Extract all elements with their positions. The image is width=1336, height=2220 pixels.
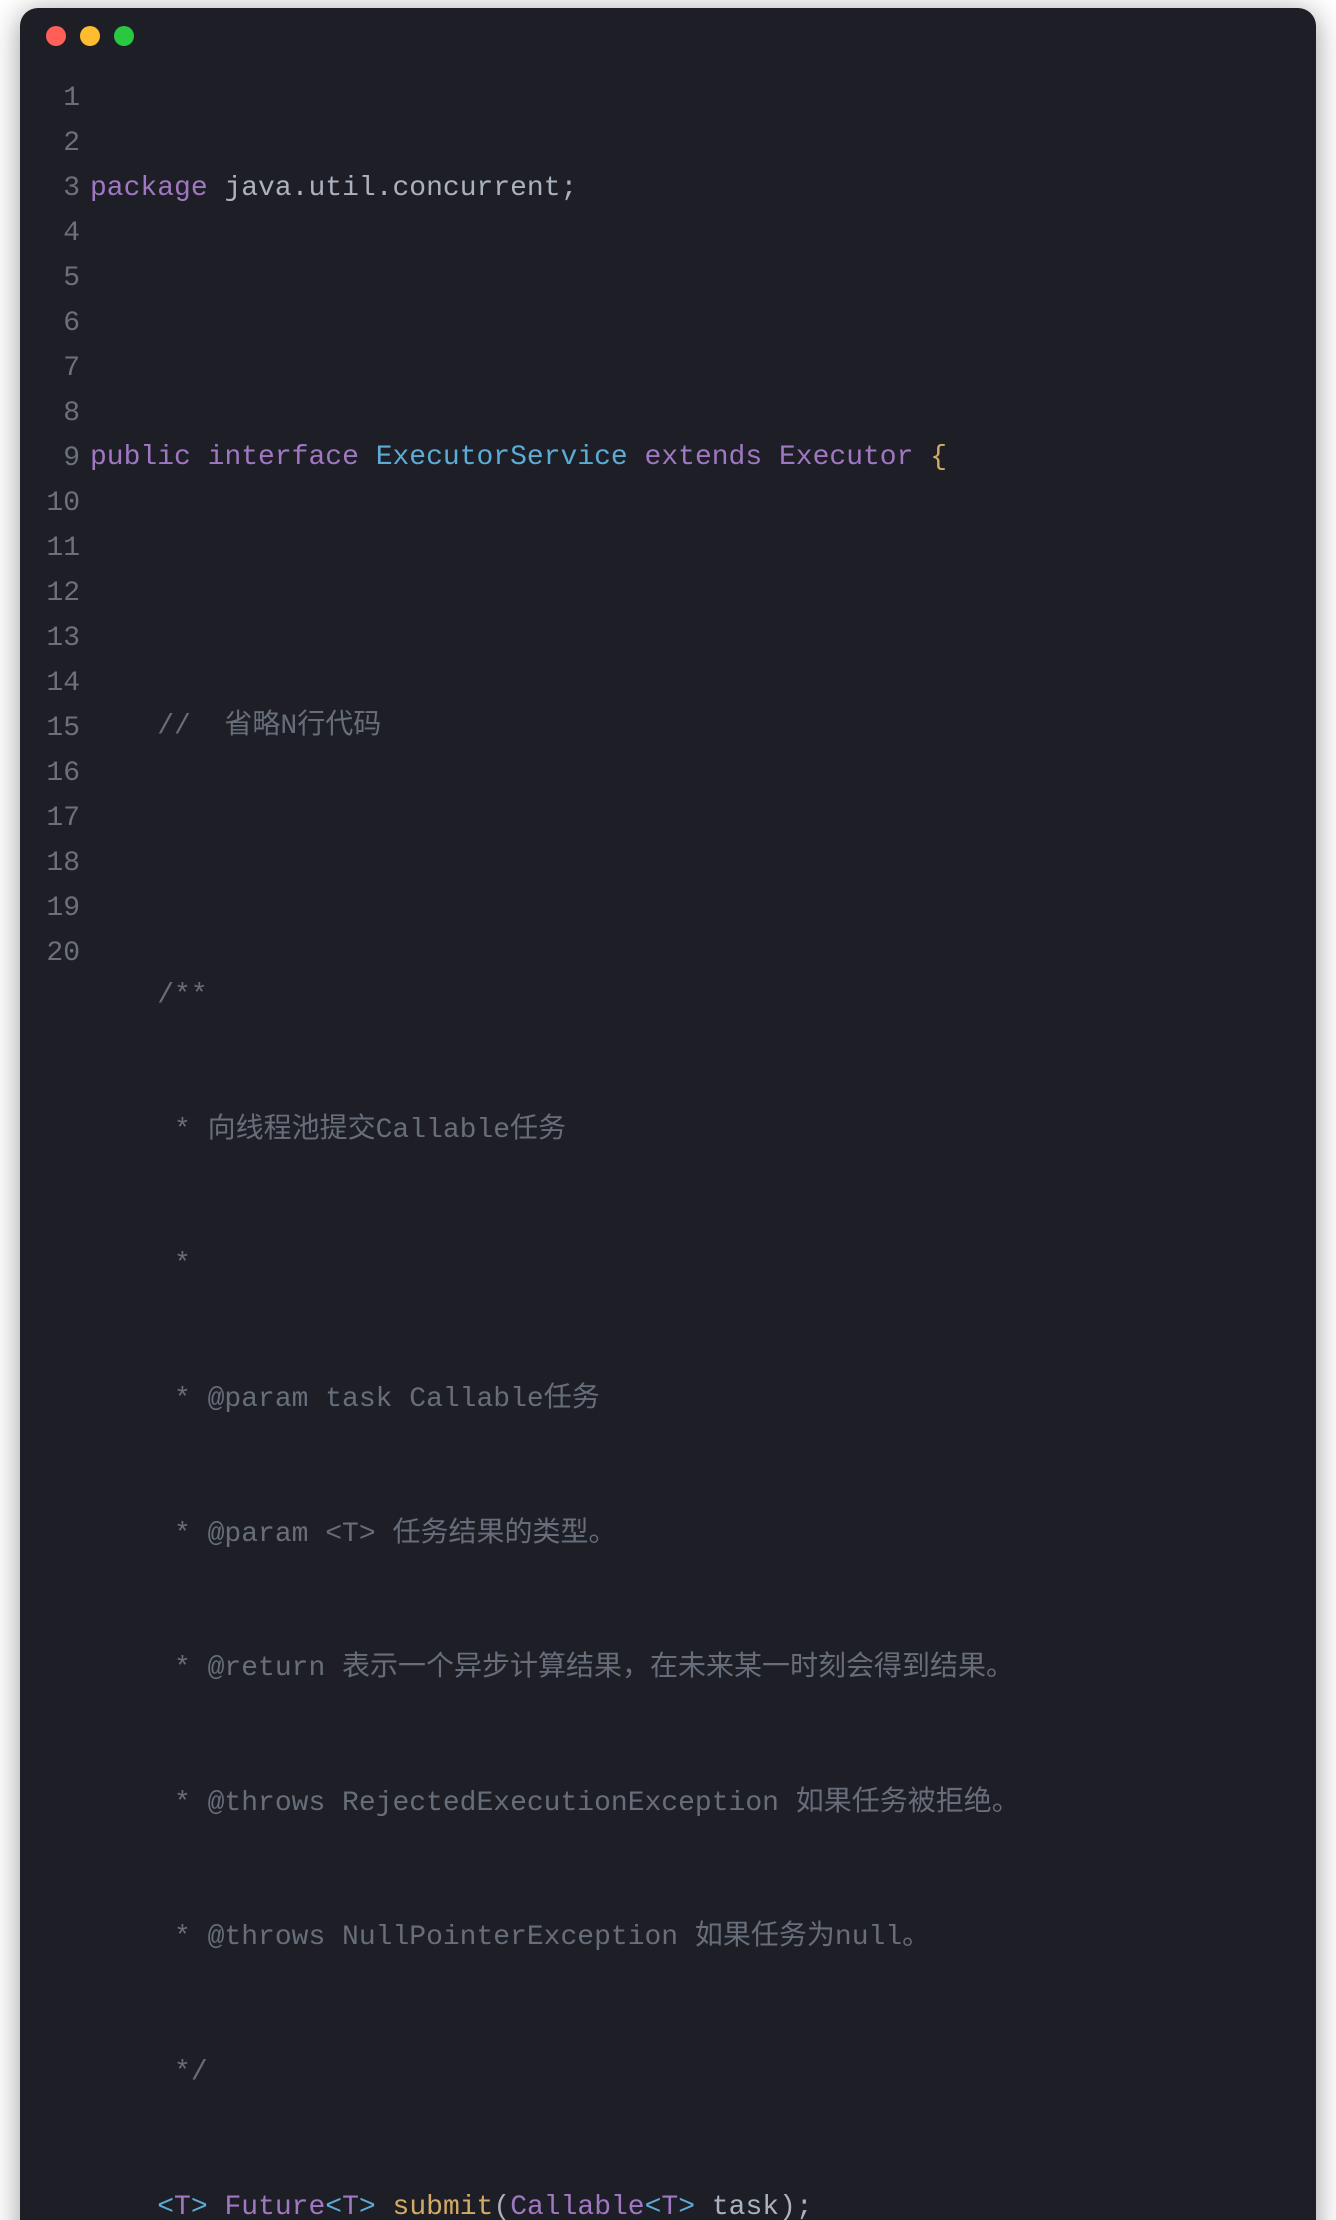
code-line: * @throws RejectedExecutionException 如果任… (90, 1781, 1292, 1826)
code-line: public interface ExecutorService extends… (90, 435, 1292, 480)
code-line: <T> Future<T> submit(Callable<T> task); (90, 2185, 1292, 2220)
type-param: T (174, 2192, 191, 2220)
code-line: * @param task Callable任务 (90, 1377, 1292, 1422)
line-number: 1 (24, 76, 80, 121)
namespace: concurrent (393, 173, 561, 204)
angle-open: < (325, 2192, 342, 2220)
line-number: 6 (24, 301, 80, 346)
code-line: * @throws NullPointerException 如果任务为null… (90, 1915, 1292, 1960)
doc-comment-close: */ (157, 2057, 207, 2088)
line-number: 8 (24, 391, 80, 436)
doc-comment: task Callable任务 (308, 1384, 599, 1415)
maximize-icon[interactable] (114, 26, 134, 46)
line-number: 9 (24, 436, 80, 481)
line-number-gutter: 1 2 3 4 5 6 7 8 9 10 11 12 13 14 15 16 1… (24, 76, 82, 2220)
comment: // 省略N行代码 (157, 711, 381, 742)
type-param: T (661, 2192, 678, 2220)
code-line: * (90, 1242, 1292, 1287)
paren-close: ); (779, 2192, 813, 2220)
code-line (90, 839, 1292, 884)
doc-tag: * @throws (157, 1922, 325, 1953)
namespace: util (308, 173, 375, 204)
line-number: 2 (24, 121, 80, 166)
angle-open: < (157, 2192, 174, 2220)
line-number: 16 (24, 751, 80, 796)
doc-comment: RejectedExecutionException 如果任务被拒绝。 (325, 1788, 1019, 1819)
window-titlebar (20, 8, 1316, 64)
code-line: // 省略N行代码 (90, 704, 1292, 749)
code-line: * @return 表示一个异步计算结果，在未来某一时刻会得到结果。 (90, 1646, 1292, 1691)
type-name: Callable (510, 2192, 644, 2220)
doc-tag: * @param (157, 1384, 308, 1415)
doc-comment: <T> 任务结果的类型。 (308, 1519, 616, 1550)
namespace: java (224, 173, 291, 204)
minimize-icon[interactable] (80, 26, 100, 46)
line-number: 7 (24, 346, 80, 391)
code-line: package java.util.concurrent; (90, 166, 1292, 211)
line-number: 12 (24, 571, 80, 616)
line-number: 5 (24, 256, 80, 301)
type-param: T (342, 2192, 359, 2220)
dot: . (376, 173, 393, 204)
code-content: package java.util.concurrent; public int… (82, 76, 1292, 2220)
line-number: 14 (24, 661, 80, 706)
type-name: ExecutorService (376, 442, 628, 473)
doc-tag: * @param (157, 1519, 308, 1550)
angle-close: > (359, 2192, 376, 2220)
keyword-extends: extends (645, 442, 763, 473)
type-name: Executor (779, 442, 913, 473)
angle-open: < (645, 2192, 662, 2220)
line-number: 10 (24, 481, 80, 526)
doc-comment: NullPointerException 如果任务为null。 (325, 1922, 930, 1953)
code-area: 1 2 3 4 5 6 7 8 9 10 11 12 13 14 15 16 1… (20, 64, 1316, 2220)
angle-close: > (678, 2192, 695, 2220)
line-number: 19 (24, 886, 80, 931)
line-number: 15 (24, 706, 80, 751)
code-line (90, 569, 1292, 614)
keyword-public: public (90, 442, 191, 473)
param-name: task (712, 2192, 779, 2220)
line-number: 4 (24, 211, 80, 256)
code-window: 1 2 3 4 5 6 7 8 9 10 11 12 13 14 15 16 1… (20, 8, 1316, 2220)
code-line (90, 300, 1292, 345)
line-number: 3 (24, 166, 80, 211)
close-icon[interactable] (46, 26, 66, 46)
line-number: 11 (24, 526, 80, 571)
line-number: 18 (24, 841, 80, 886)
doc-tag: * @throws (157, 1788, 325, 1819)
keyword-interface: interface (208, 442, 359, 473)
type-name: Future (224, 2192, 325, 2220)
dot: . (292, 173, 309, 204)
semicolon: ; (561, 173, 578, 204)
doc-comment-open: /** (157, 980, 207, 1011)
line-number: 17 (24, 796, 80, 841)
doc-comment: * (157, 1249, 191, 1280)
code-line: */ (90, 2050, 1292, 2095)
paren-open: ( (493, 2192, 510, 2220)
line-number: 20 (24, 931, 80, 976)
code-line: * 向线程池提交Callable任务 (90, 1108, 1292, 1153)
keyword-package: package (90, 173, 208, 204)
doc-tag: * @return (157, 1653, 325, 1684)
doc-comment: 表示一个异步计算结果，在未来某一时刻会得到结果。 (325, 1653, 1014, 1684)
brace-open: { (930, 442, 947, 473)
code-line: /** (90, 973, 1292, 1018)
doc-comment: * 向线程池提交Callable任务 (157, 1115, 566, 1146)
code-line: * @param <T> 任务结果的类型。 (90, 1512, 1292, 1557)
line-number: 13 (24, 616, 80, 661)
method-name: submit (393, 2192, 494, 2220)
angle-close: > (191, 2192, 208, 2220)
